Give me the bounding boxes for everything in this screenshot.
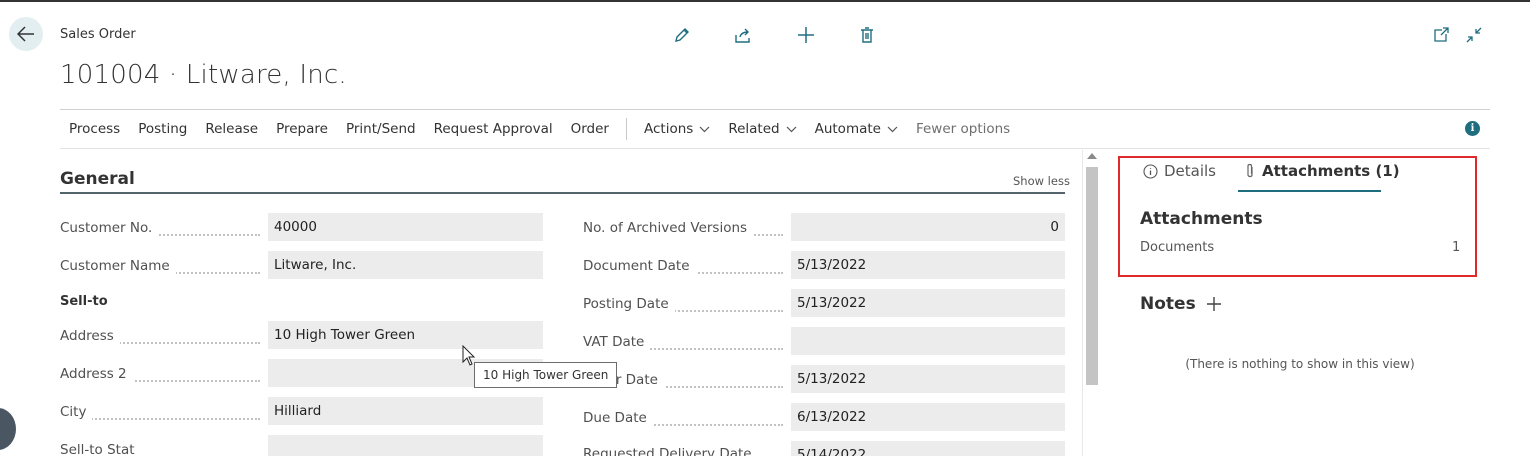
customer-no-label: Customer No. — [60, 220, 260, 240]
fewer-options-link[interactable]: Fewer options — [907, 121, 1019, 137]
city-field[interactable]: Hilliard — [268, 397, 543, 425]
page-type-caption: Sales Order — [60, 27, 136, 42]
vat-date-label: VAT Date — [583, 334, 783, 354]
menu-automate-label: Automate — [814, 121, 881, 137]
menu-actions[interactable]: Actions — [635, 121, 719, 137]
chevron-down-icon — [786, 126, 797, 132]
share-icon — [735, 28, 750, 43]
notes-heading-label: Notes — [1140, 294, 1196, 314]
window-top-border — [0, 0, 1530, 2]
delete-icon — [861, 27, 873, 43]
address-tooltip: 10 High Tower Green — [474, 362, 618, 388]
info-icon[interactable]: i — [1465, 121, 1480, 136]
back-button[interactable] — [9, 17, 43, 51]
archived-versions-label: No. of Archived Versions — [583, 220, 783, 240]
posting-date-field[interactable]: 5/13/2022 — [791, 289, 1065, 317]
document-date-field[interactable]: 5/13/2022 — [791, 251, 1065, 279]
share-button[interactable] — [732, 24, 754, 46]
document-date-label: Document Date — [583, 258, 783, 278]
action-posting[interactable]: Posting — [129, 121, 196, 137]
attachments-highlight-box — [1118, 156, 1477, 277]
open-new-window-button[interactable] — [1430, 24, 1452, 46]
general-section-underline — [60, 192, 1065, 194]
address-field[interactable]: 10 High Tower Green — [268, 321, 543, 349]
archived-versions-field[interactable]: 0 — [791, 213, 1065, 241]
open-new-window-icon — [1434, 27, 1449, 42]
sell-to-group-label: Sell-to — [60, 294, 108, 309]
action-separator — [625, 118, 627, 140]
scroll-up-arrow[interactable] — [1087, 153, 1097, 159]
address-label: Address — [60, 328, 260, 348]
collapse-button[interactable] — [1463, 24, 1485, 46]
add-icon — [798, 27, 814, 43]
collapse-icon — [1466, 27, 1482, 43]
action-process[interactable]: Process — [60, 121, 129, 137]
customer-no-field[interactable]: 40000 — [268, 213, 543, 241]
assistant-bubble[interactable] — [0, 408, 16, 450]
sell-to-state-label: Sell-to Stat — [60, 442, 260, 456]
actionbar-bottom-divider — [60, 148, 1490, 149]
new-button[interactable] — [795, 24, 817, 46]
city-label: City — [60, 404, 260, 424]
menu-related[interactable]: Related — [719, 121, 805, 137]
menu-automate[interactable]: Automate — [806, 121, 907, 137]
action-request-approval[interactable]: Request Approval — [425, 121, 562, 137]
delete-button[interactable] — [856, 24, 878, 46]
general-section-title[interactable]: General — [60, 169, 135, 189]
action-bar: Process Posting Release Prepare Print/Se… — [60, 110, 1019, 148]
posting-date-label: Posting Date — [583, 296, 783, 316]
notes-empty-message: (There is nothing to show in this view) — [1185, 357, 1415, 371]
menu-related-label: Related — [728, 121, 780, 137]
edit-button[interactable] — [671, 24, 693, 46]
arrow-left-icon — [17, 26, 34, 42]
action-prepare[interactable]: Prepare — [267, 121, 337, 137]
scrollbar-thumb[interactable] — [1086, 167, 1098, 385]
due-date-field[interactable]: 6/13/2022 — [791, 403, 1065, 431]
add-note-icon[interactable] — [1206, 296, 1222, 312]
vat-date-field[interactable] — [791, 327, 1065, 355]
due-date-label: Due Date — [583, 410, 783, 430]
chevron-down-icon — [887, 126, 898, 132]
requested-delivery-date-field[interactable]: 5/14/2022 — [791, 441, 1065, 456]
menu-actions-label: Actions — [643, 121, 694, 137]
action-release[interactable]: Release — [196, 121, 267, 137]
action-print-send[interactable]: Print/Send — [337, 121, 425, 137]
page-title: 101004 · Litware, Inc. — [60, 60, 347, 90]
sell-to-state-field[interactable] — [268, 435, 543, 456]
chevron-down-icon — [699, 126, 710, 132]
order-date-field[interactable]: 5/13/2022 — [791, 365, 1065, 393]
address-2-label: Address 2 — [60, 366, 260, 386]
edit-icon — [675, 28, 689, 42]
customer-name-field[interactable]: Litware, Inc. — [268, 251, 543, 279]
action-order[interactable]: Order — [562, 121, 618, 137]
requested-delivery-date-label: Requested Delivery Date — [583, 446, 783, 456]
customer-name-label: Customer Name — [60, 258, 260, 278]
mouse-cursor-icon — [462, 345, 476, 366]
show-less-link[interactable]: Show less — [1013, 174, 1070, 188]
notes-heading: Notes — [1140, 294, 1222, 314]
